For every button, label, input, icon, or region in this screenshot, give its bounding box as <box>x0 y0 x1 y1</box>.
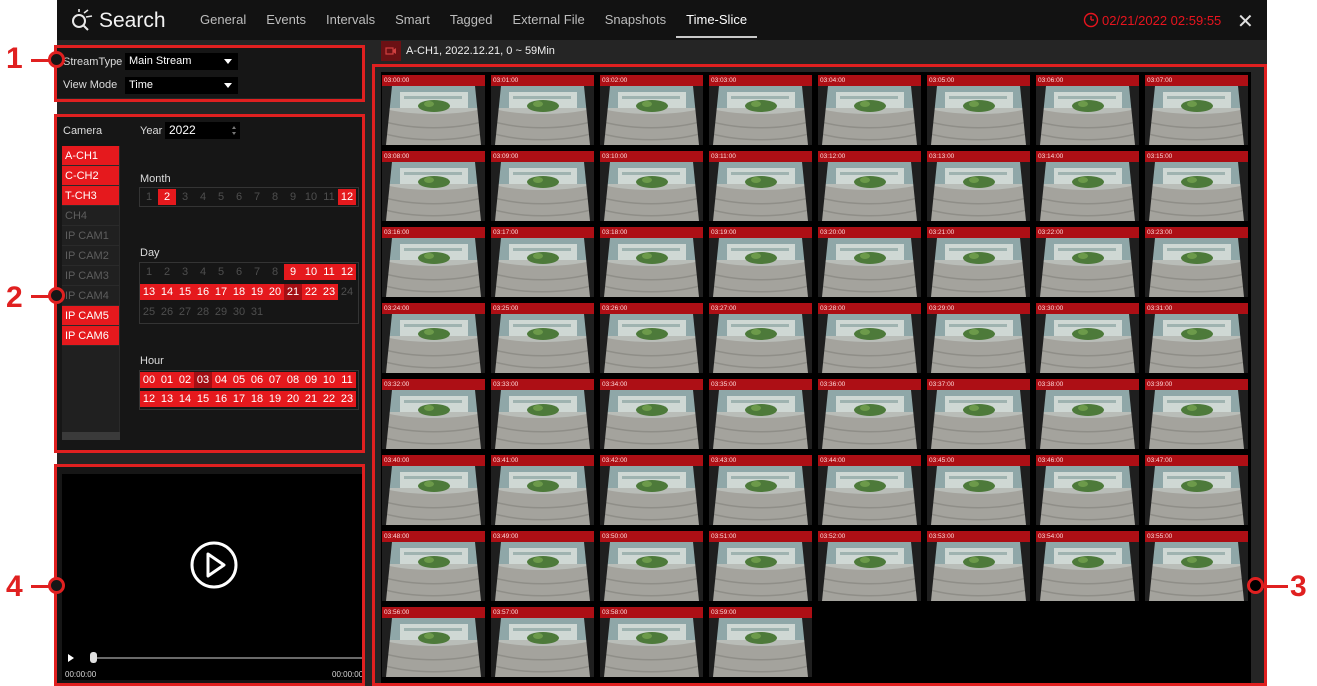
tab-snapshots[interactable]: Snapshots <box>595 0 676 40</box>
tab-events[interactable]: Events <box>256 0 316 40</box>
tab-tagged[interactable]: Tagged <box>440 0 503 40</box>
callout-line-3 <box>1262 585 1288 588</box>
clock-icon <box>1083 12 1099 28</box>
callout-marker-4 <box>48 577 65 594</box>
close-button[interactable]: ✕ <box>1237 9 1254 34</box>
highlight-box-2 <box>54 114 365 453</box>
selection-info: A-CH1, 2022.12.21, 0 ~ 59Min <box>406 45 555 57</box>
tab-smart[interactable]: Smart <box>385 0 440 40</box>
tab-general[interactable]: General <box>190 0 256 40</box>
tab-external-file[interactable]: External File <box>502 0 594 40</box>
search-logo-icon <box>72 9 93 31</box>
tab-time-slice[interactable]: Time-Slice <box>676 0 758 40</box>
highlight-box-3 <box>372 64 1267 686</box>
datetime-display: 02/21/2022 02:59:55 <box>1102 13 1222 28</box>
callout-marker-2 <box>48 287 65 304</box>
callout-number-1: 1 <box>6 42 23 75</box>
search-tabs: General Events Intervals Smart Tagged Externa… <box>190 0 758 40</box>
dvr-search-window: Search General Events Intervals Smart Tagged… <box>0 0 1317 686</box>
callout-marker-3 <box>1247 577 1264 594</box>
app-title: Search <box>99 9 166 32</box>
highlight-box-1 <box>54 45 365 102</box>
callout-marker-1 <box>48 51 65 68</box>
callout-number-4: 4 <box>6 570 23 603</box>
channel-icon <box>381 41 401 61</box>
tab-intervals[interactable]: Intervals <box>316 0 385 40</box>
callout-number-2: 2 <box>6 281 23 314</box>
callout-number-3: 3 <box>1290 570 1307 603</box>
highlight-box-4 <box>54 464 365 686</box>
